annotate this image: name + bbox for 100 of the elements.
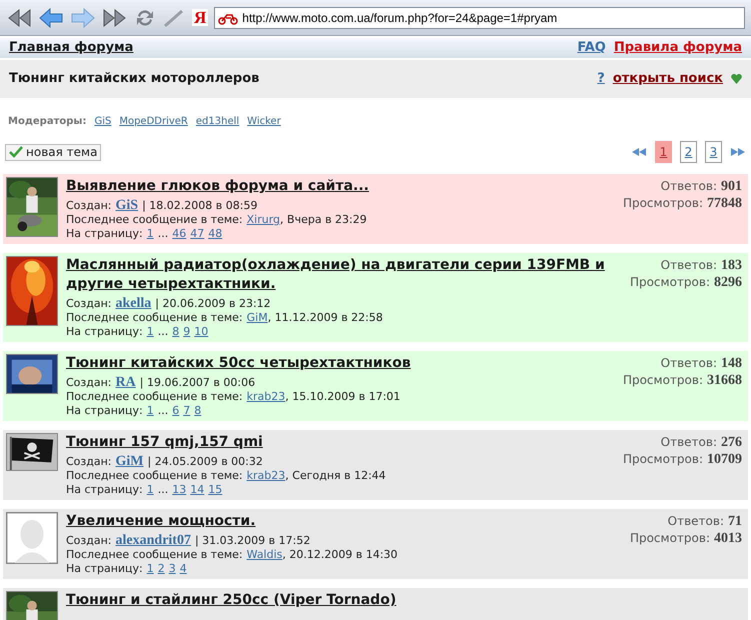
views-count: 77848 xyxy=(707,196,742,212)
moderator-link[interactable]: Wicker xyxy=(247,114,281,128)
replies-count: 276 xyxy=(721,435,742,451)
views-count: 4013 xyxy=(714,531,742,547)
last-post-label: Последнее сообщение в теме: xyxy=(66,469,243,483)
forward-icon[interactable] xyxy=(70,6,96,28)
page-link[interactable]: 3 xyxy=(705,141,722,163)
last-poster-link[interactable]: krab23 xyxy=(246,469,286,483)
last-post-time: , Сегодня в 12:44 xyxy=(285,469,386,483)
fast-forward-icon[interactable] xyxy=(102,6,128,28)
replies-count: 148 xyxy=(721,356,742,372)
last-post-label: Последнее сообщение в теме: xyxy=(66,311,243,325)
topic-page-link[interactable]: 9 xyxy=(183,325,190,339)
page-link[interactable]: 2 xyxy=(680,141,697,163)
topic-page-link[interactable]: 2 xyxy=(158,562,165,576)
topic-title-link[interactable]: Тюнинг китайских 50сс четырехтактников xyxy=(66,354,615,373)
created-date: | 31.03.2009 в 17:52 xyxy=(194,534,310,548)
created-label: Создан: xyxy=(66,199,112,213)
pages-label: На страницу: xyxy=(66,325,143,339)
replies-count: 183 xyxy=(721,258,742,274)
topic-page-link[interactable]: 4 xyxy=(180,562,187,576)
topic-page-link[interactable]: 47 xyxy=(190,227,204,241)
author-link[interactable]: akella xyxy=(116,297,152,311)
help-link[interactable]: ? xyxy=(597,69,605,89)
topic-page-link[interactable]: 1 xyxy=(146,483,154,497)
page-link[interactable]: 1 xyxy=(655,141,672,163)
topic-title-link[interactable]: Выявление глюков форума и сайта... xyxy=(66,177,615,196)
replies-count: 71 xyxy=(728,514,742,530)
forum-title: Тюнинг китайских мотороллеров xyxy=(9,70,260,88)
created-label: Создан: xyxy=(66,297,112,311)
last-post-label: Последнее сообщение в теме: xyxy=(66,548,243,562)
topic-page-link[interactable]: 14 xyxy=(190,483,204,497)
views-count: 10709 xyxy=(707,452,742,468)
created-label: Создан: xyxy=(66,376,112,390)
last-poster-link[interactable]: Waldis xyxy=(246,548,282,562)
last-post-time: , 15.10.2009 в 17:01 xyxy=(285,390,400,404)
replies-label: Ответов: xyxy=(660,434,717,450)
created-date: | 24.05.2009 в 00:32 xyxy=(148,455,263,469)
rules-link[interactable]: Правила форума xyxy=(614,38,742,58)
home-link[interactable]: Главная форума xyxy=(9,38,134,58)
author-link[interactable]: GiM xyxy=(116,455,144,469)
new-topic-button[interactable]: новая тема xyxy=(5,144,102,160)
views-count: 8296 xyxy=(714,275,742,291)
replies-label: Ответов: xyxy=(660,178,717,194)
topic-page-link[interactable]: 7 xyxy=(183,404,190,418)
ellipsis: ... xyxy=(158,404,168,418)
views-label: Просмотров: xyxy=(622,451,703,467)
pages-label: На страницу: xyxy=(66,562,143,576)
last-post-label: Последнее сообщение в теме: xyxy=(66,213,243,227)
last-poster-link[interactable]: GiM xyxy=(246,311,268,325)
author-link[interactable]: alexandrit07 xyxy=(116,534,191,548)
author-link[interactable]: RA xyxy=(116,376,136,390)
views-label: Просмотров: xyxy=(622,372,703,388)
topic-page-link[interactable]: 10 xyxy=(194,325,208,339)
first-page-icon[interactable] xyxy=(631,147,647,157)
created-label: Создан: xyxy=(66,455,112,469)
topic-page-link[interactable]: 13 xyxy=(172,483,186,497)
last-poster-link[interactable]: krab23 xyxy=(246,390,286,404)
search-link[interactable]: открыть поиск xyxy=(612,69,723,89)
topic-page-link[interactable]: 1 xyxy=(146,562,154,576)
views-label: Просмотров: xyxy=(630,530,710,546)
replies-count: 901 xyxy=(721,179,742,195)
topic-page-link[interactable]: 1 xyxy=(146,404,154,418)
last-post-time: , 20.12.2009 в 14:30 xyxy=(282,548,398,562)
created-label: Создан: xyxy=(66,534,112,548)
topic-page-link[interactable]: 1 xyxy=(146,227,154,241)
moderator-link[interactable]: ed13hell xyxy=(196,114,240,128)
url-text: http://www.moto.com.ua/forum.php?for=24&page=1#pryam xyxy=(242,10,558,26)
last-page-icon[interactable] xyxy=(730,147,746,157)
created-date: | 20.06.2009 в 23:12 xyxy=(155,297,271,311)
topic-page-link[interactable]: 46 xyxy=(172,227,186,241)
topic-page-link[interactable]: 15 xyxy=(208,483,222,497)
created-date: | 18.02.2008 в 08:59 xyxy=(142,199,258,213)
rewind-icon[interactable] xyxy=(6,6,32,28)
ellipsis: ... xyxy=(158,483,168,497)
last-post-label: Последнее сообщение в теме: xyxy=(66,390,243,404)
address-bar[interactable]: http://www.moto.com.ua/forum.php?for=24&page=1#pryam xyxy=(214,6,745,28)
topic-page-link[interactable]: 6 xyxy=(172,404,180,418)
topic-title-link[interactable]: Увеличение мощности. xyxy=(66,512,622,531)
topic-page-link[interactable]: 48 xyxy=(208,227,222,241)
topic-title-link[interactable]: Маслянный радиатор(охлаждение) на двигатели серии 139FMB и другие четырехтактники. xyxy=(66,256,622,294)
topic-page-link[interactable]: 1 xyxy=(146,325,154,339)
topic-page-link[interactable]: 8 xyxy=(194,404,202,418)
ellipsis: ... xyxy=(158,227,168,241)
checkmark-icon xyxy=(9,146,23,158)
moderator-link[interactable]: GiS xyxy=(94,114,112,128)
moderator-link[interactable]: MopeDDriveR xyxy=(119,114,188,128)
back-icon[interactable] xyxy=(38,6,64,28)
last-poster-link[interactable]: Xirurg xyxy=(246,213,280,227)
author-link[interactable]: GiS xyxy=(116,199,138,213)
heart-icon xyxy=(731,74,742,84)
last-post-time: , 11.12.2009 в 22:58 xyxy=(268,311,383,325)
topic-title-link[interactable]: Тюнинг и стайлинг 250сс (Viper Tornado) xyxy=(66,591,745,610)
pages-label: На страницу: xyxy=(66,483,143,497)
search-engine-button[interactable]: Я xyxy=(192,9,208,26)
topic-page-link[interactable]: 8 xyxy=(172,325,180,339)
topic-title-link[interactable]: Тюнинг 157 qmj,157 qmi xyxy=(66,433,615,452)
views-label: Просмотров: xyxy=(630,274,710,290)
topic-page-link[interactable]: 3 xyxy=(168,562,176,576)
faq-link[interactable]: FAQ xyxy=(577,38,606,58)
